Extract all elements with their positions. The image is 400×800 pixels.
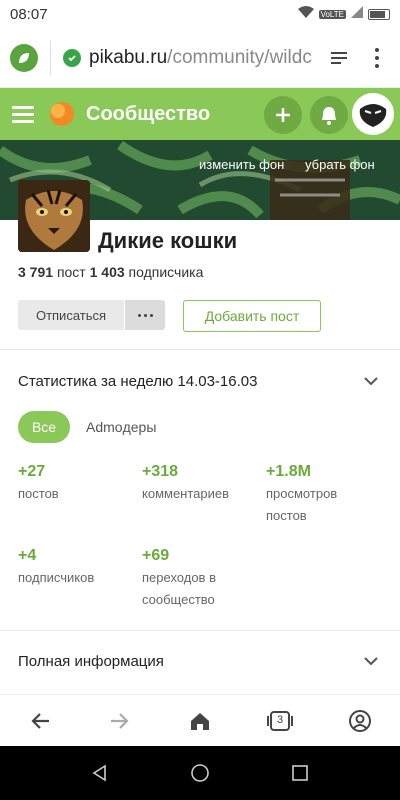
stat-referrals-value: +69 (142, 547, 170, 564)
reader-mode-icon[interactable] (327, 46, 351, 70)
plus-icon (276, 108, 290, 122)
battery-icon (368, 8, 390, 20)
stat-subscribers-value: +4 (18, 547, 37, 564)
forward-icon[interactable] (106, 707, 134, 735)
stat-comments-value: +318 (142, 463, 179, 480)
posts-label: пост (56, 264, 86, 280)
browser-logo-icon[interactable] (10, 43, 38, 72)
bell-icon (322, 107, 336, 125)
remove-background-link[interactable]: убрать фон (305, 157, 375, 172)
status-icons: VoLTE (297, 5, 390, 24)
community-counts: 3 791 пост 1 403 подписчика (18, 264, 203, 280)
full-info-title[interactable]: Полная информация (18, 653, 164, 670)
android-back-icon[interactable] (90, 763, 110, 783)
subscribers-count: 1 403 (89, 264, 125, 280)
browser-bottom-nav: 3 (0, 694, 400, 746)
stat-views-label: просмотров постов (266, 486, 338, 523)
android-home-icon[interactable] (190, 763, 210, 783)
lock-icon[interactable] (63, 48, 81, 67)
community-avatar (18, 180, 90, 252)
add-post-button[interactable]: Добавить пост (183, 300, 321, 332)
tabs-icon[interactable]: 3 (266, 707, 294, 735)
status-bar: 08:07 VoLTE (0, 0, 400, 28)
browser-url-bar: pikabu.ru/community/wildc (0, 28, 400, 88)
browser-menu-icon[interactable] (373, 47, 381, 68)
android-nav-bar (0, 746, 400, 800)
url-separator (50, 40, 51, 75)
stat-posts-value: +27 (18, 463, 46, 480)
section-divider (0, 349, 400, 350)
stats-title: Статистика за неделю 14.03-16.03 (18, 373, 258, 390)
stat-referrals-label: переходов в сообщество (142, 570, 216, 607)
stat-comments-label: комментариев (142, 486, 230, 501)
signal-icon (350, 5, 364, 24)
community-name: Дикие кошки (98, 228, 238, 253)
wifi-icon (297, 5, 315, 24)
unsubscribe-button[interactable]: Отписаться (18, 300, 124, 330)
site-title: Сообщество (86, 102, 211, 125)
subscribers-label: подписчика (128, 264, 204, 280)
change-background-link[interactable]: изменить фон (199, 157, 284, 172)
notifications-button[interactable] (310, 96, 348, 134)
status-time: 08:07 (10, 5, 48, 23)
filter-chip-all[interactable]: Все (18, 411, 70, 443)
posts-count: 3 791 (18, 264, 54, 280)
stat-posts-label: постов (18, 486, 59, 501)
pikabu-logo-icon[interactable] (46, 99, 76, 129)
android-recents-icon[interactable] (290, 763, 310, 783)
chevron-down-icon[interactable] (362, 372, 380, 390)
section-divider (0, 630, 400, 631)
add-button[interactable] (264, 96, 302, 134)
url-field[interactable]: pikabu.ru/community/wildc (89, 47, 317, 69)
hamburger-menu-icon[interactable] (12, 105, 34, 123)
network-type-badge: VoLTE (318, 9, 346, 19)
site-header: Сообщество (0, 88, 400, 140)
url-host: pikabu.ru (89, 46, 168, 68)
home-icon[interactable] (186, 707, 214, 735)
more-options-button[interactable] (125, 300, 165, 330)
back-icon[interactable] (26, 707, 54, 735)
tabs-count: 3 (277, 714, 284, 726)
profile-icon[interactable] (346, 707, 374, 735)
chevron-down-icon[interactable] (362, 652, 380, 670)
filter-chip-admods[interactable]: Admoдеры (86, 419, 156, 435)
user-avatar[interactable] (352, 93, 394, 135)
stat-views-value: +1.8M (266, 463, 311, 480)
stat-subscribers-label: подписчиков (18, 570, 95, 585)
url-path: /community/wildc (167, 46, 312, 68)
